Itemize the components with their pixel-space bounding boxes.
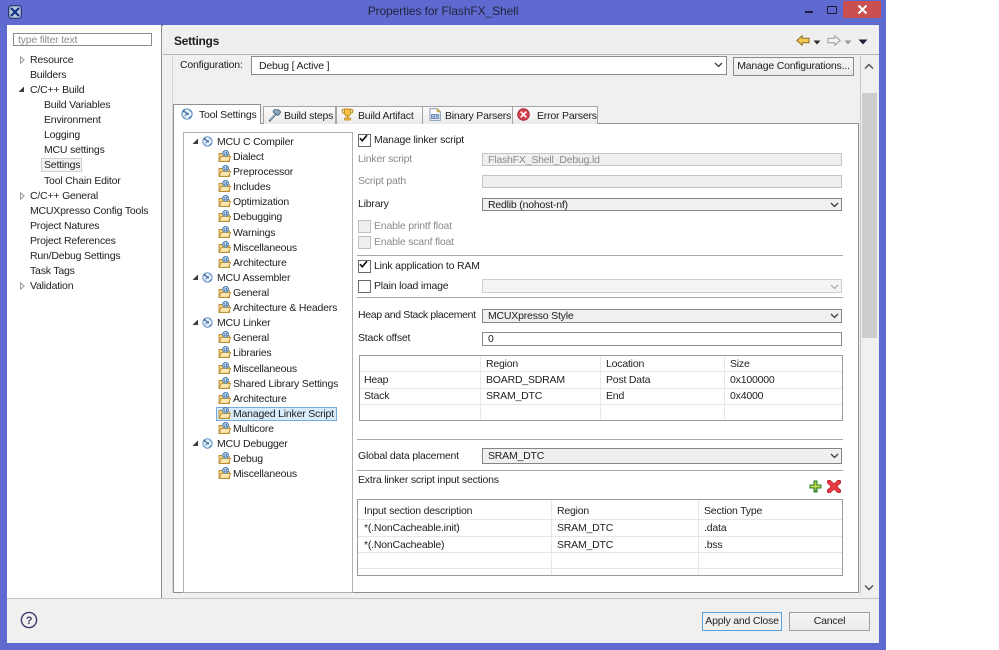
svg-text:?: ? <box>26 615 33 627</box>
svg-text:010: 010 <box>432 114 440 119</box>
